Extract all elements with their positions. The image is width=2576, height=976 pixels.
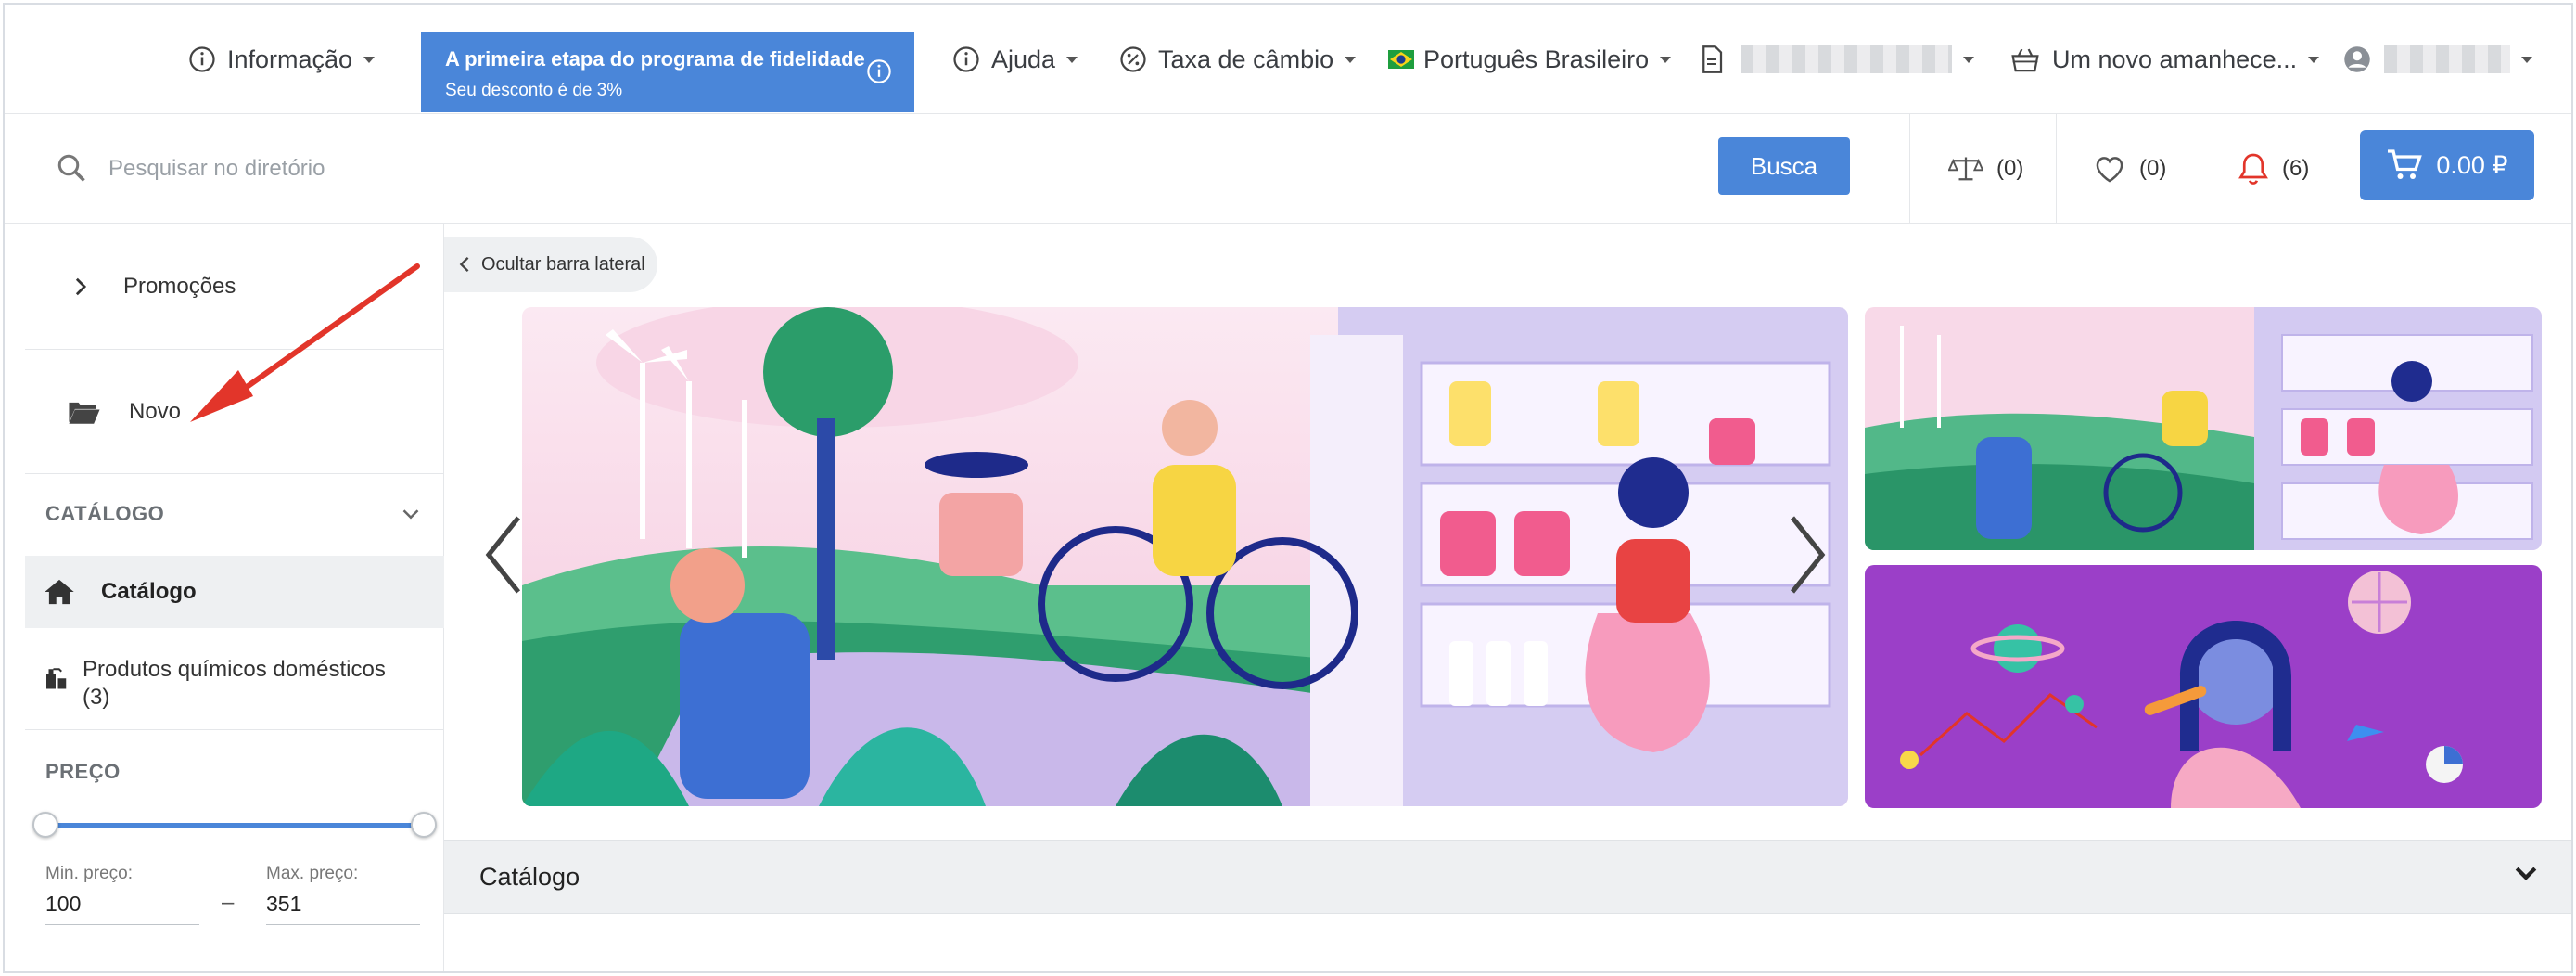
user-menu[interactable] [2343, 5, 2532, 114]
language-label: Português Brasileiro [1423, 45, 1650, 73]
chevron-down-icon [2308, 56, 2320, 63]
max-price-label: Max. preço: [266, 864, 359, 883]
cart-total: 0.00 ₽ [2436, 150, 2508, 179]
hide-sidebar-button[interactable]: Ocultar barra lateral [444, 237, 657, 292]
info-icon [953, 46, 979, 72]
chevron-down-icon [2515, 867, 2537, 880]
compare-count: (0) [1996, 156, 2024, 181]
bell-icon [2238, 153, 2268, 185]
side-banner-bottom[interactable] [1865, 565, 2542, 808]
document-icon [1702, 45, 1723, 73]
search-input[interactable] [108, 151, 758, 186]
annotation-arrow [190, 263, 420, 422]
sidebar-item-catalog[interactable]: Catálogo [25, 556, 444, 628]
notifications-count: (6) [2282, 156, 2310, 181]
store-menu[interactable]: Um novo amanhece... [2009, 5, 2320, 114]
catalog-accordion[interactable]: Catálogo [444, 840, 2571, 914]
cart-icon [2388, 149, 2423, 179]
price-slider-min-handle[interactable] [32, 812, 58, 838]
cart-button[interactable]: 0.00 ₽ [2360, 130, 2534, 200]
carousel-next-arrow[interactable] [1787, 513, 1828, 597]
chevron-down-icon [2521, 56, 2532, 63]
exchange-rate-label: Taxa de câmbio [1158, 45, 1334, 73]
chevron-down-icon[interactable] [402, 507, 420, 520]
main-banner[interactable] [522, 307, 1848, 806]
info-icon [189, 46, 215, 72]
max-price-field[interactable]: 351 [266, 892, 420, 925]
carousel-prev-arrow[interactable] [483, 513, 524, 597]
language-menu[interactable]: Português Brasileiro [1388, 5, 1672, 114]
chevron-down-icon [1963, 56, 1974, 63]
scales-icon [1948, 157, 1983, 181]
percent-icon [1120, 46, 1146, 72]
cleaning-products-icon [46, 668, 67, 689]
browser-frame: Informação A primeira etapa do programa … [3, 3, 2573, 973]
category-label: Produtos químicos domésticos [83, 657, 386, 682]
compare-counter[interactable]: (0) [1948, 114, 2023, 224]
price-heading: PREÇO [45, 760, 121, 783]
sidebar-item-household-chemicals[interactable]: Produtos químicos domésticos (3) [25, 628, 444, 730]
info-icon[interactable] [866, 58, 892, 84]
loyalty-title: A primeira etapa do programa de fidelida… [445, 47, 865, 71]
chevron-down-icon [1066, 56, 1078, 63]
range-dash: – [222, 890, 235, 915]
catalog-heading: CATÁLOGO [45, 502, 165, 525]
top-bar: Informação A primeira etapa do programa … [5, 5, 2571, 114]
contact-menu[interactable] [1700, 5, 1974, 114]
exchange-rate-menu[interactable]: Taxa de câmbio [1119, 5, 1357, 114]
divider [1909, 114, 1910, 224]
chevron-down-icon [363, 56, 376, 63]
folder-open-icon [69, 402, 100, 424]
chevron-left-icon [459, 256, 469, 273]
divider [2056, 114, 2057, 224]
info-menu-label: Informação [227, 45, 353, 73]
notifications-counter[interactable]: (6) [2238, 114, 2309, 224]
catalog-accordion-label: Catálogo [479, 862, 580, 891]
search-icon[interactable] [55, 151, 88, 185]
info-menu[interactable]: Informação [188, 5, 376, 114]
favorites-counter[interactable]: (0) [2093, 114, 2166, 224]
banner-illustration [522, 307, 1848, 806]
heart-icon [2096, 157, 2123, 183]
basket-icon [2011, 48, 2039, 72]
brazil-flag-icon [1388, 50, 1414, 69]
min-price-label: Min. preço: [45, 864, 133, 883]
chevron-down-icon [1660, 56, 1672, 63]
search-row: Busca (0) (0) (6) 0.00 ₽ [5, 114, 2571, 224]
chevron-down-icon [1345, 56, 1357, 63]
chevron-right-icon [75, 277, 87, 295]
store-menu-label: Um novo amanhece... [2052, 45, 2298, 73]
loyalty-subtitle: Seu desconto é de 3% [445, 81, 623, 100]
side-banner-illustration [1865, 307, 2542, 550]
search-button[interactable]: Busca [1718, 137, 1850, 195]
min-price-field[interactable]: 100 [45, 892, 199, 925]
side-banner-top[interactable] [1865, 307, 2542, 550]
user-icon [2344, 46, 2370, 72]
price-slider-track[interactable] [45, 823, 424, 828]
favorites-count: (0) [2139, 156, 2167, 181]
loyalty-program-banner[interactable]: A primeira etapa do programa de fidelida… [421, 32, 914, 112]
category-count: (3) [83, 685, 110, 710]
sidebar-item-label: Catálogo [101, 579, 197, 604]
sidebar-item-label: Novo [129, 398, 182, 424]
home-icon [45, 579, 74, 605]
redacted-username [2384, 45, 2510, 73]
hide-sidebar-label: Ocultar barra lateral [481, 253, 645, 275]
help-menu[interactable]: Ajuda [952, 5, 1078, 114]
price-slider-max-handle[interactable] [411, 812, 437, 838]
help-menu-label: Ajuda [991, 45, 1056, 73]
redacted-text [1741, 45, 1952, 73]
side-banner-illustration [1865, 565, 2542, 808]
